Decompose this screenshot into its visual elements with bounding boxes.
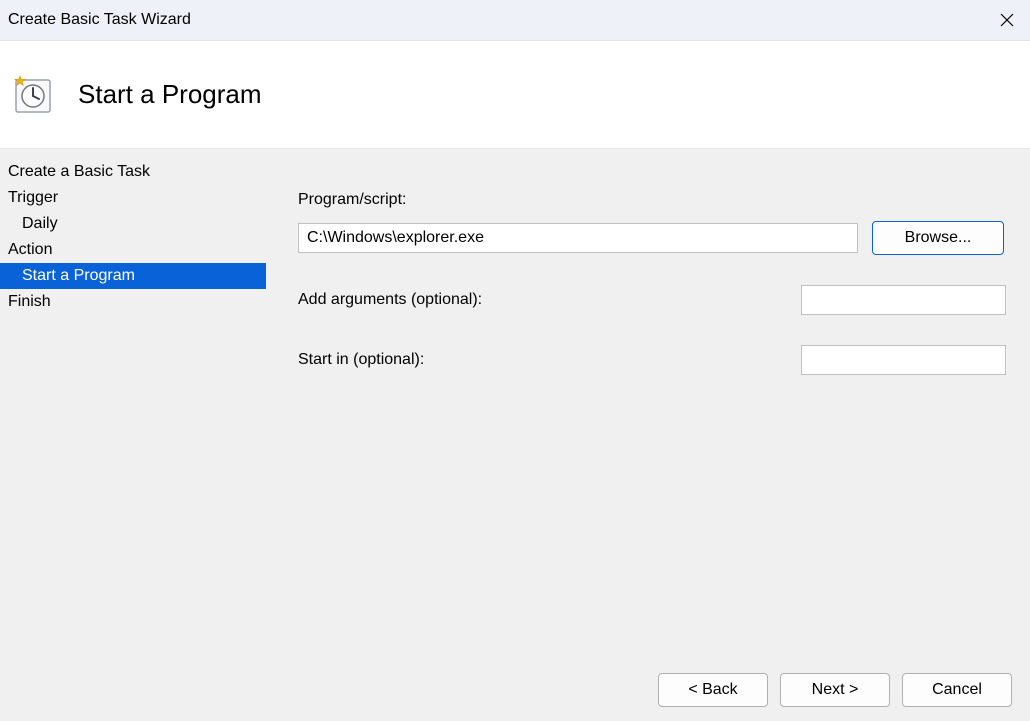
cancel-button[interactable]: Cancel	[902, 673, 1012, 707]
form-area: Program/script: Browse... Add arguments …	[266, 149, 1030, 721]
program-script-input[interactable]	[298, 223, 858, 253]
program-script-label: Program/script:	[298, 191, 1006, 209]
wizard-footer: < Back Next > Cancel	[658, 673, 1012, 707]
step-action[interactable]: Action	[0, 237, 266, 263]
task-scheduler-icon	[12, 74, 54, 116]
close-icon	[1000, 13, 1014, 27]
step-trigger[interactable]: Trigger	[0, 185, 266, 211]
back-button[interactable]: < Back	[658, 673, 768, 707]
substep-daily[interactable]: Daily	[0, 211, 266, 237]
page-title: Start a Program	[78, 79, 262, 110]
substep-start-a-program[interactable]: Start a Program	[0, 263, 266, 289]
window-title: Create Basic Task Wizard	[8, 11, 191, 29]
wizard-body: Create a Basic Task Trigger Daily Action…	[0, 149, 1030, 721]
titlebar: Create Basic Task Wizard	[0, 0, 1030, 41]
add-arguments-input[interactable]	[801, 285, 1006, 315]
step-finish[interactable]: Finish	[0, 289, 266, 315]
next-button[interactable]: Next >	[780, 673, 890, 707]
wizard-steps-sidebar: Create a Basic Task Trigger Daily Action…	[0, 149, 266, 721]
close-button[interactable]	[984, 0, 1030, 41]
start-in-label: Start in (optional):	[298, 351, 424, 369]
step-create-basic-task[interactable]: Create a Basic Task	[0, 159, 266, 185]
start-in-input[interactable]	[801, 345, 1006, 375]
browse-button[interactable]: Browse...	[872, 221, 1004, 255]
add-arguments-label: Add arguments (optional):	[298, 291, 482, 309]
wizard-header: Start a Program	[0, 41, 1030, 149]
